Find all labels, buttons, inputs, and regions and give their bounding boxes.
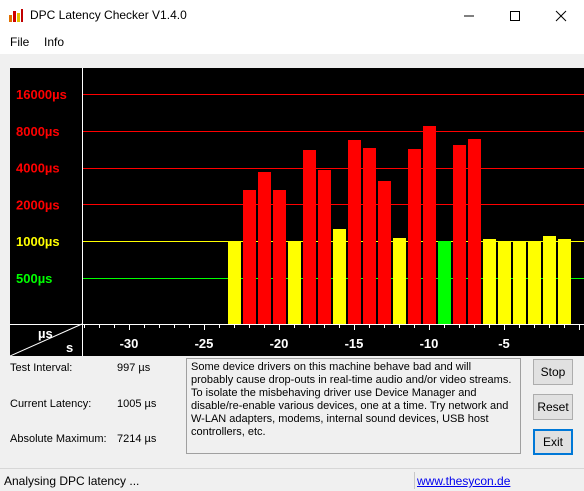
y-tick-label: 500µs (16, 271, 52, 286)
latency-bar (288, 241, 301, 324)
website-link[interactable]: www.thesycon.de (417, 474, 510, 488)
latency-bar (453, 145, 466, 324)
latency-bar (228, 241, 241, 324)
minimize-icon (464, 15, 474, 17)
latency-bar (393, 238, 406, 324)
test-interval-label: Test Interval: (10, 362, 73, 374)
latency-bar (243, 190, 256, 324)
stop-button[interactable]: Stop (533, 359, 573, 385)
y-tick-label: 16000µs (16, 87, 67, 102)
y-tick-label: 1000µs (16, 234, 60, 249)
bar-chart-icon (8, 8, 24, 22)
maximize-button[interactable] (492, 0, 538, 30)
latency-bar (483, 239, 496, 324)
latency-bar (513, 242, 526, 324)
exit-button[interactable]: Exit (533, 429, 573, 455)
menu-bar: File Info (0, 31, 584, 53)
close-button[interactable] (538, 0, 584, 30)
latency-bar (438, 241, 451, 324)
y-unit-label: µs (38, 326, 53, 341)
x-tick-label: -20 (270, 336, 289, 351)
latency-bar (303, 150, 316, 324)
absolute-maximum-value: 7214 µs (117, 433, 157, 445)
latency-bar (363, 148, 376, 324)
latency-bar (318, 170, 331, 324)
menu-file[interactable]: File (10, 35, 29, 49)
minimize-button[interactable] (446, 0, 492, 30)
x-tick-label: -5 (498, 336, 510, 351)
latency-bar (543, 236, 556, 324)
maximize-icon (510, 11, 520, 21)
latency-bar (498, 241, 511, 324)
x-tick-label: -25 (195, 336, 214, 351)
message-box[interactable]: Some device drivers on this machine beha… (186, 358, 521, 454)
latency-chart: 16000µs 8000µs 4000µs 2000µs 1000µs 500µs µss -… (10, 68, 584, 357)
status-text: Analysing DPC latency ... (4, 474, 140, 488)
x-tick-label: -30 (120, 336, 139, 351)
latency-bar (378, 181, 391, 324)
close-icon (555, 10, 567, 22)
y-tick-label: 8000µs (16, 124, 60, 139)
x-unit-label: s (66, 340, 73, 355)
latency-bar (348, 140, 361, 324)
window-title: DPC Latency Checker V1.4.0 (30, 8, 187, 22)
latency-bar (333, 229, 346, 324)
x-tick-label: -10 (420, 336, 439, 351)
latency-bar (258, 172, 271, 324)
title-bar: DPC Latency Checker V1.4.0 (0, 0, 584, 30)
latency-bar (468, 139, 481, 324)
latency-bar (528, 242, 541, 324)
current-latency-label: Current Latency: (10, 398, 92, 410)
current-latency-value: 1005 µs (117, 398, 157, 410)
menu-info[interactable]: Info (44, 35, 64, 49)
x-tick-label: -15 (345, 336, 364, 351)
status-bar: Analysing DPC latency ... www.thesycon.d… (0, 468, 584, 491)
latency-bar (423, 126, 436, 324)
absolute-maximum-label: Absolute Maximum: (10, 433, 107, 445)
reset-button[interactable]: Reset (533, 394, 573, 420)
test-interval-value: 997 µs (117, 362, 151, 374)
latency-bar (408, 149, 421, 324)
client-area: 16000µs 8000µs 4000µs 2000µs 1000µs 500µs µs s -… (0, 54, 584, 468)
status-divider (414, 472, 415, 489)
latency-bar (558, 239, 571, 324)
y-tick-label: 2000µs (16, 197, 60, 212)
latency-bar (273, 190, 286, 324)
y-tick-label: 4000µs (16, 161, 60, 176)
